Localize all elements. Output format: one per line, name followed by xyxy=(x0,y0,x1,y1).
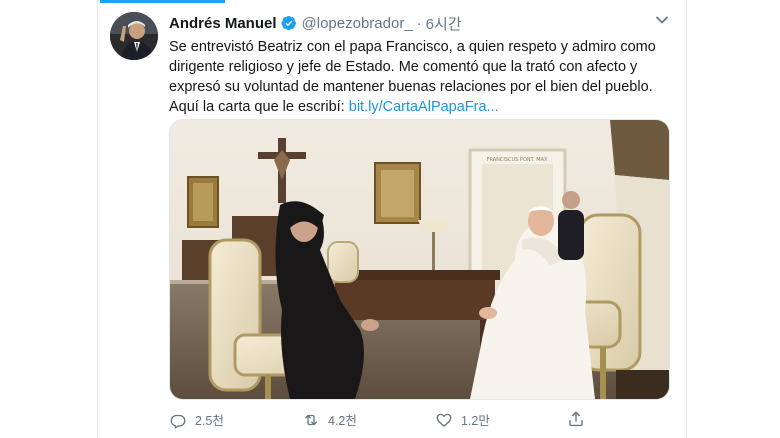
tweet-link[interactable]: bit.ly/CartaAlPapaFra... xyxy=(349,99,499,115)
reply-action[interactable]: 2.5천 xyxy=(169,410,224,429)
retweet-count: 4.2천 xyxy=(328,414,357,428)
tweet-photo[interactable]: FRANCISCUS PONT. MAX xyxy=(169,119,670,400)
active-tab-indicator xyxy=(100,0,225,3)
author-name[interactable]: Andrés Manuel xyxy=(169,15,277,32)
chevron-down-icon[interactable] xyxy=(654,12,670,28)
reply-count: 2.5천 xyxy=(195,414,224,428)
retweet-action[interactable]: 4.2천 xyxy=(302,410,357,429)
like-icon xyxy=(436,413,452,427)
like-count: 1.2만 xyxy=(461,414,490,428)
header-separator: · xyxy=(416,14,422,32)
tweet-text: Se entrevistó Beatriz con el papa Franci… xyxy=(169,37,669,117)
share-action[interactable] xyxy=(567,410,593,428)
tweet-header: Andrés Manuel @lopezobrador_ · 6시간 xyxy=(169,13,462,33)
reply-icon xyxy=(170,414,186,429)
avatar[interactable] xyxy=(110,12,158,60)
tweet-actions: 2.5천 4.2천 1.2만 xyxy=(169,410,649,430)
share-icon xyxy=(569,411,583,427)
door-inscription: FRANCISCUS PONT. MAX xyxy=(487,157,548,163)
retweet-icon xyxy=(305,414,317,425)
verified-badge-icon xyxy=(280,15,297,31)
like-action[interactable]: 1.2만 xyxy=(435,410,490,429)
tweet-timestamp[interactable]: 6시간 xyxy=(426,13,462,34)
author-handle[interactable]: @lopezobrador_ xyxy=(302,15,413,32)
